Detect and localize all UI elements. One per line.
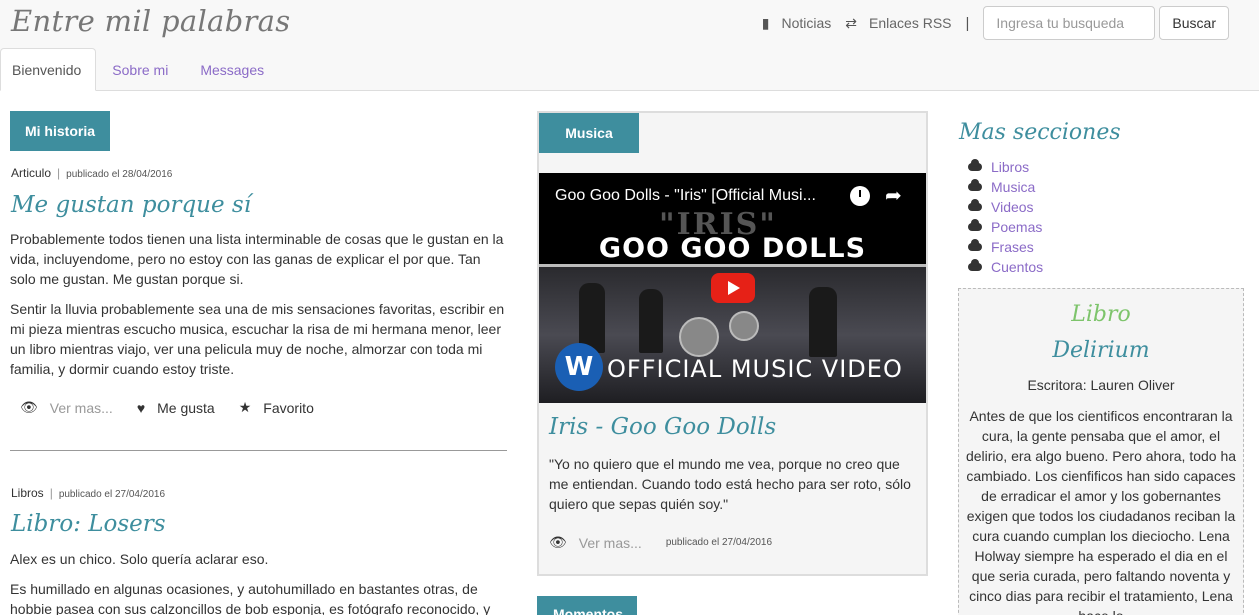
section-label-mi-historia[interactable]: Mi historia (10, 111, 110, 151)
post-date: publicado el 27/04/2016 (58, 489, 166, 500)
post-paragraph: Es humillado en algunas ocasiones, y aut… (10, 581, 491, 615)
video-title[interactable]: Goo Goo Dolls - "Iris" [Official Musi... (555, 187, 816, 205)
eye-icon: 👁 (20, 399, 38, 415)
eye-icon: 👁 (549, 534, 567, 550)
sidebar-item-label[interactable]: Musica (991, 179, 1035, 195)
post-title[interactable]: Libro: Losers (11, 511, 166, 537)
card-footer: 👁 Ver mas... publicado el 27/04/2016 (549, 534, 772, 551)
card-date: publicado el 27/04/2016 (665, 537, 773, 548)
search-button[interactable]: Buscar (1159, 6, 1229, 40)
post-meta: Libros | publicado el 27/04/2016 (11, 486, 165, 500)
video-band-name: GOO GOO DOLLS (598, 233, 867, 264)
sidebar-title: Mas secciones (959, 120, 1121, 145)
video-player[interactable]: "IRIS" GOO GOO DOLLS Goo Goo Dolls - "Ir… (539, 173, 926, 403)
shuffle-icon: ⇄ (845, 14, 858, 31)
book-kicker: Libro (1071, 302, 1131, 327)
band-member-figure (639, 289, 663, 353)
sidebar-item-cuentos[interactable]: Cuentos (968, 257, 1043, 277)
book-author: Escritora: Lauren Oliver (1027, 377, 1175, 393)
play-button-icon[interactable] (711, 273, 755, 303)
sidebar-item-label[interactable]: Poemas (991, 219, 1042, 235)
tab-bar: Bienvenido Sobre mi Messages (0, 48, 280, 91)
card-title[interactable]: Iris - Goo Goo Dolls (549, 414, 776, 440)
post-category[interactable]: Libros (11, 486, 44, 500)
warner-music-logo: W (555, 343, 603, 391)
sidebar-item-libros[interactable]: Libros (968, 157, 1043, 177)
sidebar-item-videos[interactable]: Videos (968, 197, 1043, 217)
post-category[interactable]: Articulo (11, 166, 51, 180)
band-member-figure (809, 287, 837, 357)
meta-separator: | (57, 166, 61, 180)
book-icon: ▮ (761, 14, 770, 31)
tab-bienvenido[interactable]: Bienvenido (0, 48, 97, 91)
nav-link-label: Noticias (781, 15, 832, 31)
share-icon[interactable]: ➦ (885, 183, 902, 208)
post-paragraph: Probablemente todos tienen una lista int… (10, 231, 504, 287)
separator: | (965, 14, 970, 32)
nav-link-label: Enlaces RSS (869, 15, 952, 31)
sidebar-item-poemas[interactable]: Poemas (968, 217, 1043, 237)
sidebar-item-label[interactable]: Cuentos (991, 259, 1043, 275)
sidebar-item-label[interactable]: Libros (991, 159, 1029, 175)
favorite-label[interactable]: Favorito (263, 400, 314, 416)
post-actions: 👁 Ver mas... ♥ Me gusta ★ Favorito (20, 399, 314, 416)
cloud-icon (968, 159, 982, 171)
book-title[interactable]: Delirium (958, 338, 1244, 363)
card-quote: "Yo no quiero que el mundo me vea, porqu… (549, 456, 911, 512)
sidebar-item-label[interactable]: Frases (991, 239, 1034, 255)
cloud-icon (968, 199, 982, 211)
post-title[interactable]: Me gustan porque sí (11, 192, 251, 218)
cloud-icon (968, 219, 982, 231)
sidebar-section-list: Libros Musica Videos Poemas Frases Cuent… (968, 157, 1043, 277)
section-label-musica[interactable]: Musica (539, 113, 639, 153)
nav-link-noticias[interactable]: ▮ Noticias (762, 15, 832, 32)
post-meta: Articulo | publicado el 28/04/2016 (11, 166, 172, 180)
video-overlay-text: OFFICIAL MUSIC VIDEO (607, 355, 903, 383)
drum-kit (679, 317, 719, 357)
post-divider (10, 450, 507, 451)
meta-separator: | (49, 486, 53, 500)
navbar: Entre mil palabras ▮ Noticias ⇄ Enlaces … (0, 0, 1259, 91)
post-date: publicado el 28/04/2016 (66, 169, 173, 180)
star-icon[interactable]: ★ (239, 399, 252, 416)
cloud-icon (968, 179, 982, 191)
post-paragraph: Sentir la lluvia probablemente sea una d… (10, 301, 505, 377)
tab-sobre-mi[interactable]: Sobre mi (96, 48, 184, 91)
view-more-link[interactable]: Ver mas... (50, 400, 113, 416)
heart-icon[interactable]: ♥ (137, 400, 145, 416)
tab-messages[interactable]: Messages (184, 48, 280, 91)
drum-kit (729, 311, 759, 341)
top-links: ▮ Noticias ⇄ Enlaces RSS | Buscar (762, 6, 1229, 40)
site-brand[interactable]: Entre mil palabras (11, 4, 290, 38)
search-input[interactable] (983, 6, 1156, 40)
sidebar-item-musica[interactable]: Musica (968, 177, 1043, 197)
post-paragraph: Alex es un chico. Solo quería aclarar es… (10, 551, 269, 567)
view-more-link[interactable]: Ver mas... (579, 535, 642, 551)
cloud-icon (968, 259, 982, 271)
nav-link-rss[interactable]: ⇄ Enlaces RSS (845, 15, 951, 32)
cloud-icon (968, 239, 982, 251)
sidebar-item-frases[interactable]: Frases (968, 237, 1043, 257)
like-label[interactable]: Me gusta (157, 400, 215, 416)
sidebar-item-label[interactable]: Videos (991, 199, 1034, 215)
book-description: Antes de que los cientificos encontraran… (965, 408, 1237, 615)
watch-later-icon[interactable] (850, 186, 870, 206)
section-label-momentos[interactable]: Momentos (537, 596, 637, 615)
